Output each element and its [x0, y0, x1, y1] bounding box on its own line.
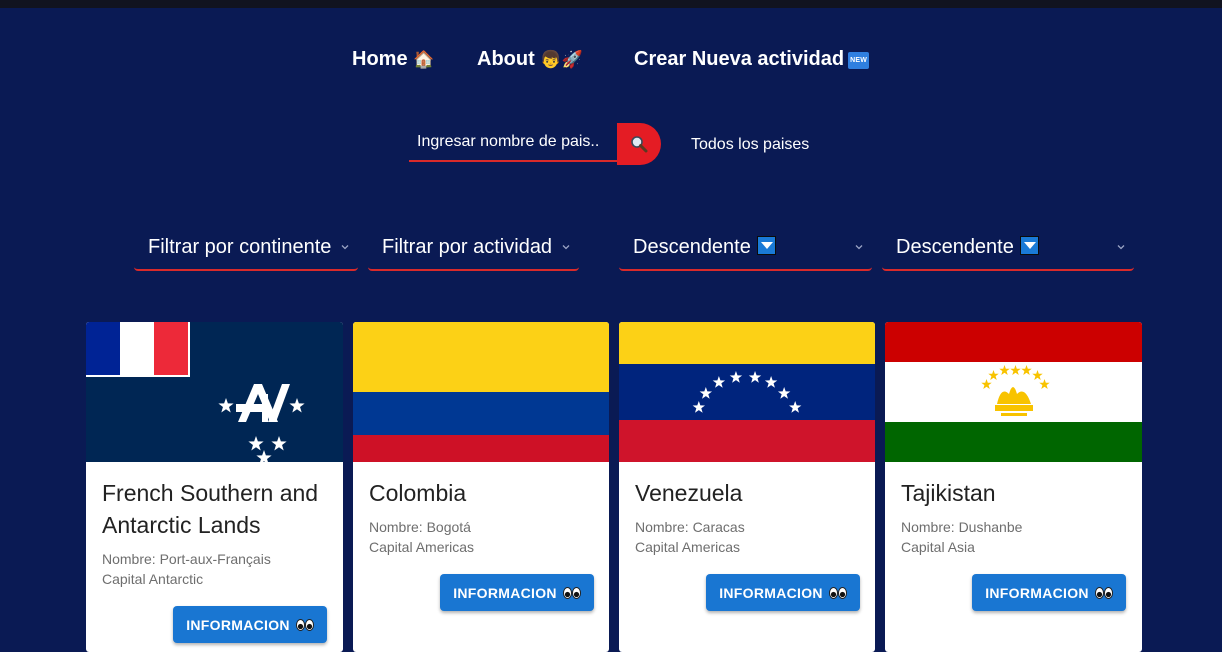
info-button[interactable]: INFORMACION: [173, 606, 327, 643]
activity-filter-label: Filtrar por actividad: [382, 236, 553, 258]
down-button-icon: [756, 236, 776, 255]
country-capital: Capital Americas: [369, 539, 475, 555]
colombia-flag: [353, 322, 609, 462]
magnifier-icon: [631, 136, 648, 153]
nav-home-link[interactable]: Home 🏠: [352, 48, 434, 71]
country-name: Venezuela: [635, 480, 743, 506]
country-card: Colombia Nombre: Bogotá Capital Americas…: [353, 322, 609, 652]
country-capital: Capital Asia: [901, 539, 975, 555]
country-name: French Southern and Antarctic Lands: [102, 480, 319, 538]
nav-about-link[interactable]: About 👦🚀: [477, 48, 583, 71]
down-button-icon: [1019, 236, 1039, 255]
nav-create-label: Crear Nueva actividad: [634, 48, 845, 70]
main-nav: Home 🏠 About 👦🚀 Crear Nueva actividad NEW: [0, 48, 1222, 74]
country-name: Colombia: [369, 480, 467, 506]
order-select-2[interactable]: Descendente: [882, 230, 1134, 271]
search-input[interactable]: [409, 124, 617, 162]
country-nombre: Nombre: Dushanbe: [901, 519, 1023, 535]
info-button-label: INFORMACION: [453, 584, 557, 601]
chevron-down-icon: [562, 245, 570, 250]
info-button-label: INFORMACION: [719, 584, 823, 601]
chevron-down-icon: [341, 245, 349, 250]
eyes-icon: [1095, 587, 1113, 599]
order-select-1[interactable]: Descendente: [619, 230, 872, 271]
order-select-2-label: Descendente: [896, 236, 1014, 258]
search-button[interactable]: [617, 123, 661, 165]
continent-filter-label: Filtrar por continente: [148, 236, 332, 258]
nav-about-label: About: [477, 48, 535, 70]
info-button[interactable]: INFORMACION: [440, 574, 594, 611]
continent-filter-select[interactable]: Filtrar por continente: [134, 230, 358, 271]
eyes-icon: [296, 619, 314, 631]
eyes-icon: [829, 587, 847, 599]
top-bar: [0, 0, 1222, 8]
info-button[interactable]: INFORMACION: [706, 574, 860, 611]
chevron-down-icon: [855, 245, 863, 250]
new-icon: NEW: [848, 52, 870, 69]
order-select-1-label: Descendente: [633, 236, 751, 258]
country-card: French Southern and Antarctic Lands Nomb…: [86, 322, 343, 652]
nav-home-label: Home: [352, 48, 408, 70]
country-nombre: Nombre: Caracas: [635, 519, 745, 535]
activity-filter-select[interactable]: Filtrar por actividad: [368, 230, 579, 271]
info-button-label: INFORMACION: [985, 584, 1089, 601]
country-capital: Capital Antarctic: [102, 571, 204, 587]
eyes-icon: [563, 587, 581, 599]
venezuela-flag: [619, 322, 875, 462]
info-button-label: INFORMACION: [186, 616, 290, 633]
house-icon: 🏠: [413, 50, 435, 69]
country-card: Tajikistan Nombre: Dushanbe Capital Asia…: [885, 322, 1142, 652]
country-capital: Capital Americas: [635, 539, 741, 555]
country-nombre: Nombre: Port-aux-Français: [102, 551, 271, 567]
tajikistan-flag: [885, 322, 1142, 462]
nav-create-activity-link[interactable]: Crear Nueva actividad NEW: [634, 48, 870, 71]
person-icon: 👦: [540, 50, 562, 69]
country-name: Tajikistan: [901, 480, 996, 506]
country-card: Venezuela Nombre: Caracas Capital Americ…: [619, 322, 875, 652]
chevron-down-icon: [1117, 245, 1125, 250]
info-button[interactable]: INFORMACION: [972, 574, 1126, 611]
french-southern-lands-flag: [86, 322, 343, 462]
country-nombre: Nombre: Bogotá: [369, 519, 471, 535]
all-countries-button[interactable]: Todos los paises: [691, 136, 809, 154]
rocket-icon: 🚀: [561, 50, 583, 69]
